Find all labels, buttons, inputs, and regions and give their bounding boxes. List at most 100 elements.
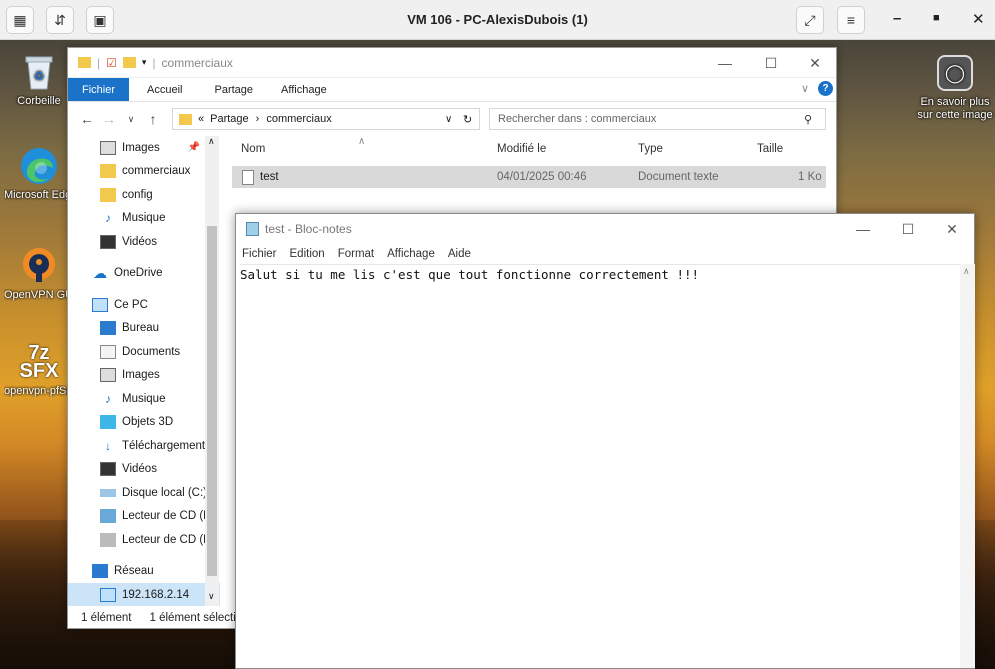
properties-icon[interactable]: ☑ — [106, 56, 117, 70]
music-icon: ♪ — [105, 391, 111, 406]
notepad-text-area[interactable]: Salut si tu me lis c'est que tout foncti… — [240, 264, 960, 668]
edge-icon — [19, 146, 59, 186]
cloud-icon: ☁ — [93, 264, 107, 281]
nav-item-commerciaux[interactable]: commerciaux — [68, 160, 220, 184]
video-icon — [100, 234, 116, 249]
nav-item-musique[interactable]: ♪ Musique — [68, 387, 220, 411]
search-input[interactable]: Rechercher dans : commerciaux — [498, 113, 656, 125]
vm-hamburger-button[interactable]: ≡ — [837, 6, 865, 34]
desktop-icon-recycle-bin[interactable]: ♻ Corbeille — [4, 52, 74, 107]
nav-scroll-thumb[interactable] — [207, 226, 217, 576]
camera-icon: ◯ — [935, 53, 975, 93]
menu-aide[interactable]: Aide — [448, 248, 471, 260]
ribbon-tab-partage[interactable]: Partage — [200, 78, 267, 101]
help-icon[interactable]: ? — [818, 81, 833, 96]
ribbon-tab-accueil[interactable]: Accueil — [129, 78, 200, 101]
vm-minimize-button[interactable]: – — [893, 10, 901, 27]
explorer-maximize-button[interactable]: ☐ — [748, 48, 794, 78]
back-arrow-icon[interactable]: ← — [76, 111, 98, 127]
nav-item-ce-pc[interactable]: Ce PC — [68, 293, 220, 317]
notepad-title: test - Bloc-notes — [265, 222, 352, 236]
breadcrumb-commerciaux[interactable]: commerciaux — [266, 113, 331, 125]
ribbon-tab-affichage[interactable]: Affichage — [267, 78, 341, 101]
nav-item-reseau[interactable]: Réseau — [68, 560, 220, 584]
vm-maximize-button[interactable]: ■ — [933, 12, 940, 24]
music-icon: ♪ — [105, 211, 111, 226]
hamburger-icon: ≡ — [846, 12, 856, 28]
ribbon-expand-icon[interactable]: ∨ — [801, 82, 809, 95]
nav-item-videos[interactable]: Vidéos — [68, 458, 220, 482]
address-dropdown-icon[interactable]: ∨ — [445, 114, 452, 125]
notepad-minimize-button[interactable]: — — [840, 214, 886, 244]
pin-icon: 📌 — [187, 142, 201, 154]
scroll-up-icon[interactable]: ∧ — [208, 136, 215, 147]
breadcrumb-separator-icon: › — [255, 113, 260, 125]
nav-item-musique-quick[interactable]: ♪ Musique — [68, 207, 220, 231]
nav-item-objets-3d[interactable]: Objets 3D — [68, 411, 220, 435]
nav-item-telechargements[interactable]: ↓ Téléchargements — [68, 434, 220, 458]
column-taille[interactable]: Taille — [757, 143, 783, 155]
nav-item-images-quick[interactable]: Images 📌 — [68, 136, 220, 160]
nav-scrollbar[interactable]: ∧ ∨ — [205, 136, 219, 606]
column-nom[interactable]: Nom — [241, 143, 265, 155]
nav-item-disque-local[interactable]: Disque local (C:) — [68, 481, 220, 505]
new-folder-icon[interactable] — [122, 57, 136, 68]
notepad-close-button[interactable]: ✕ — [929, 214, 975, 244]
drive-icon — [100, 488, 116, 497]
7z-sfx-icon: 7z SFX — [19, 342, 59, 382]
quick-access-dropdown-icon[interactable]: ▾ — [142, 57, 147, 68]
text-file-icon — [242, 169, 254, 185]
file-row-test[interactable]: test 04/01/2025 00:46 Document texte 1 K… — [232, 166, 826, 188]
explorer-minimize-button[interactable]: — — [702, 48, 748, 78]
nav-item-documents[interactable]: Documents — [68, 340, 220, 364]
menu-format[interactable]: Format — [338, 248, 374, 260]
computer-icon — [100, 587, 116, 602]
network-icon — [92, 564, 108, 579]
folder-icon — [100, 164, 116, 179]
desktop-icon-edge[interactable]: Microsoft Edge — [4, 146, 74, 201]
column-type[interactable]: Type — [638, 143, 663, 155]
vm-close-button[interactable]: ✕ — [972, 10, 985, 28]
menu-edition[interactable]: Edition — [290, 248, 325, 260]
address-bar-row: ← → ∨ ↑ « Partage › commerciaux ∨ ↻ Rech… — [68, 102, 836, 136]
address-box[interactable]: « Partage › commerciaux ∨ ↻ — [172, 108, 480, 130]
breadcrumb-partage[interactable]: Partage — [210, 113, 249, 125]
sort-arrow-icon: ∧ — [358, 136, 366, 147]
nav-item-videos-quick[interactable]: Vidéos — [68, 230, 220, 254]
recent-dropdown-icon[interactable]: ∨ — [120, 114, 142, 125]
menu-affichage[interactable]: Affichage — [387, 248, 435, 260]
folder-icon — [100, 187, 116, 202]
nav-item-cd-d[interactable]: Lecteur de CD (D:) — [68, 505, 220, 529]
scroll-down-icon[interactable]: ∨ — [208, 591, 215, 602]
scroll-up-icon[interactable]: ∧ — [963, 266, 970, 277]
folder-icon — [78, 57, 91, 68]
up-arrow-icon[interactable]: ↑ — [142, 111, 164, 127]
vm-fullscreen-button[interactable]: ⤢ — [796, 6, 824, 34]
explorer-title: commerciaux — [161, 55, 233, 70]
forward-arrow-icon[interactable]: → — [98, 111, 120, 127]
column-modifie[interactable]: Modifié le — [497, 143, 546, 155]
notepad-maximize-button[interactable]: ☐ — [885, 214, 931, 244]
status-count: 1 élément — [81, 612, 132, 624]
menu-fichier[interactable]: Fichier — [242, 248, 277, 260]
desktop-icon-openvpn[interactable]: OpenVPN GUI — [4, 246, 74, 301]
svg-text:♻: ♻ — [34, 69, 45, 83]
desktop-icon-learn-more[interactable]: ◯ En savoir plus sur cette image — [913, 53, 995, 122]
notepad-scrollbar[interactable]: ∧ — [960, 264, 975, 668]
nav-item-cd-e[interactable]: Lecteur de CD (E:) — [68, 528, 220, 552]
explorer-close-button[interactable]: ✕ — [792, 48, 838, 78]
explorer-titlebar: | ☑ ▾ | commerciaux — ☐ ✕ — [68, 48, 836, 78]
search-box[interactable]: Rechercher dans : commerciaux ⚲ — [489, 108, 826, 130]
file-type: Document texte — [638, 171, 719, 183]
nav-item-config[interactable]: config — [68, 183, 220, 207]
nav-item-bureau[interactable]: Bureau — [68, 317, 220, 341]
nav-item-192-168-2-14[interactable]: 192.168.2.14 — [68, 583, 220, 606]
notepad-titlebar: test - Bloc-notes — ☐ ✕ — [236, 214, 974, 244]
desktop-icon-openvpn-pfsense[interactable]: 7z SFX openvpn-pfSense — [4, 342, 74, 397]
expand-icon: ⤢ — [804, 11, 816, 28]
folder-icon — [179, 113, 192, 125]
nav-item-onedrive[interactable]: ☁ OneDrive — [68, 262, 220, 286]
refresh-icon[interactable]: ↻ — [463, 113, 472, 126]
nav-item-images[interactable]: Images — [68, 364, 220, 388]
ribbon-tab-fichier[interactable]: Fichier — [68, 78, 130, 101]
